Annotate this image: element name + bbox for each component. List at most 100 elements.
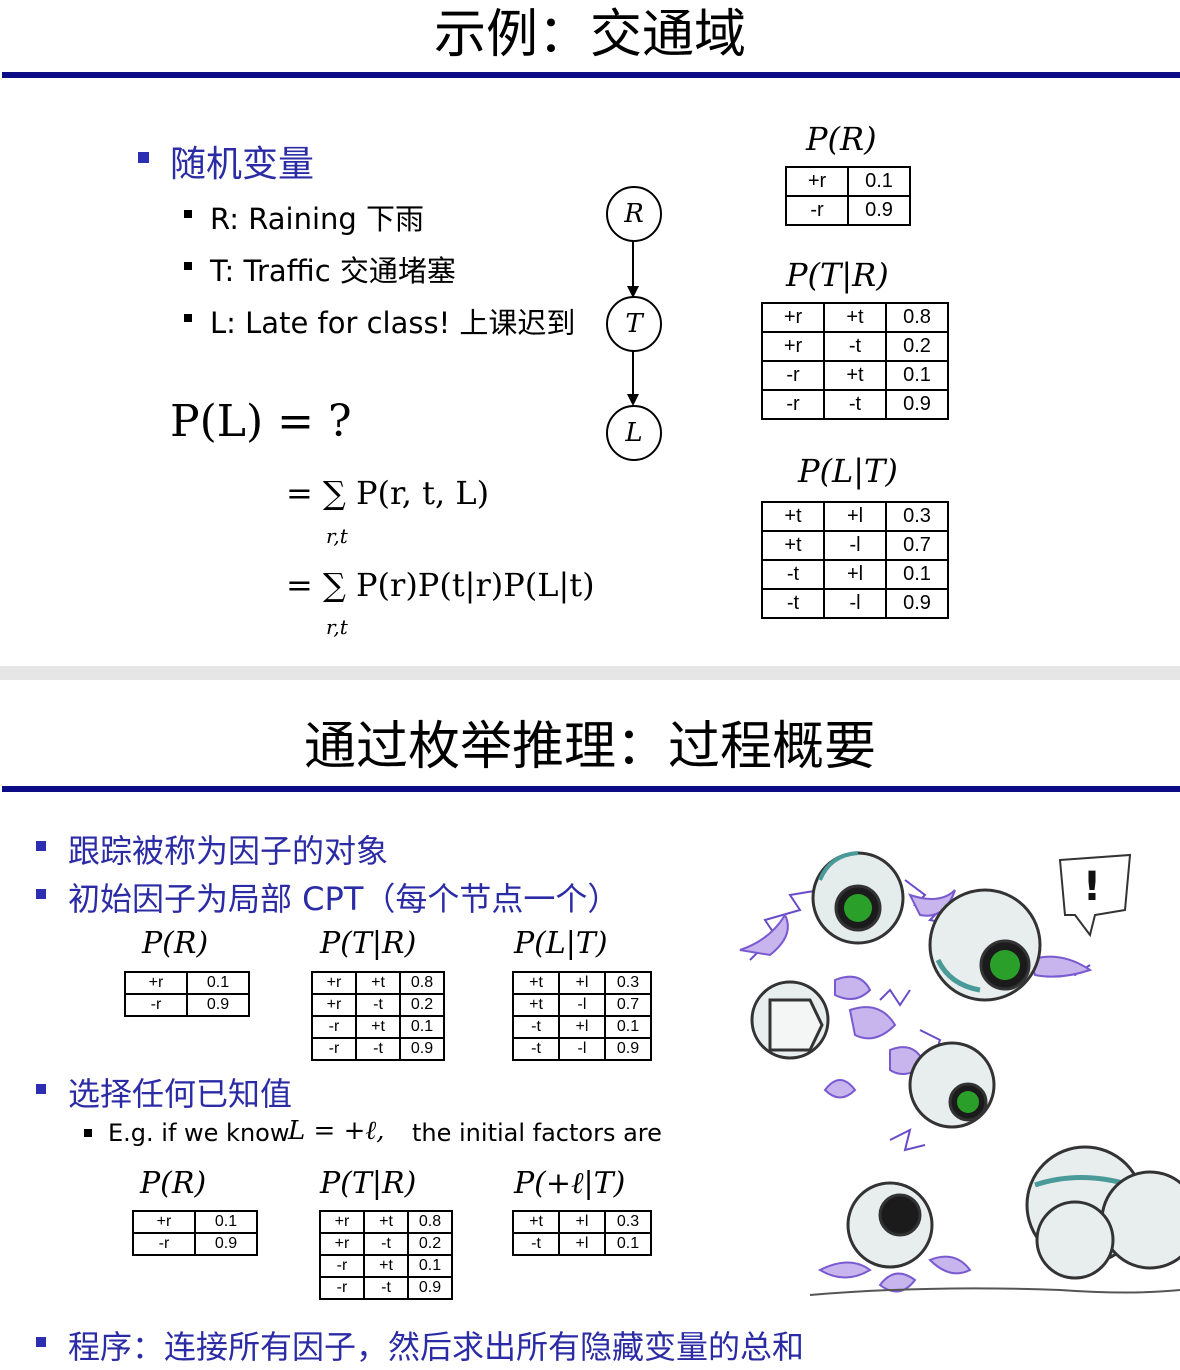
cpt-cell: 0.1 (885, 360, 949, 391)
sel-tr-title: P(T|R) (320, 1166, 417, 1201)
variable-r: R: Raining 下雨 (210, 202, 425, 236)
spark-icon (889, 1128, 926, 1152)
cpt-cell: -t (761, 588, 825, 619)
sum-equation-2: = ∑ P(r)P(t|r)P(L|t) (286, 566, 595, 604)
init-tr-title: P(T|R) (320, 926, 417, 961)
cpt-cell: +r (311, 971, 357, 995)
cpt-cell: 0.9 (399, 1037, 445, 1061)
bullet-initial-factors: 初始因子为局部 CPT（每个节点一个） (68, 880, 620, 918)
sel-lt-table: +t +l 0.3 -t +l 0.1 (512, 1210, 652, 1256)
cpt-cell: 0.9 (194, 1232, 258, 1256)
cpt-cell: -t (512, 1015, 560, 1039)
init-tr-table: +r +t 0.8 +r -t 0.2 -r +t 0.1 -r -t 0.9 (311, 971, 445, 1061)
cpt-cell: -t (363, 1232, 409, 1256)
cpt-cell: 0.9 (847, 195, 911, 226)
sum-subscript-1: r,t (326, 524, 348, 548)
bullet-marker (84, 1129, 92, 1137)
cpt-cell: 0.7 (604, 993, 652, 1017)
cpt-cell: -r (319, 1276, 365, 1300)
ground-line (809, 1287, 1180, 1296)
init-r-table: +r 0.1 -r 0.9 (124, 971, 250, 1017)
cpt-cell: 0.9 (407, 1276, 453, 1300)
bullet-marker (36, 1084, 46, 1094)
node-r: R (606, 186, 662, 242)
spark-icon (928, 1255, 972, 1275)
cpt-cell: +t (761, 530, 825, 561)
cpt-cell: -t (512, 1232, 560, 1256)
slide1-title: 示例：交通域 (433, 5, 746, 65)
cpt-cell: 0.2 (407, 1232, 453, 1256)
cpt-cell: -r (319, 1254, 365, 1278)
cpt-cell: +r (311, 993, 357, 1017)
bullet-marker (184, 262, 192, 270)
cpt-cell: +t (355, 1015, 401, 1039)
cpt-cell: 0.1 (604, 1015, 652, 1039)
exclaim-text: ! (1083, 864, 1101, 910)
cpt-cell: 0.3 (885, 501, 949, 532)
cpt-cell: +t (355, 971, 401, 995)
bullet-marker (36, 841, 46, 851)
bullet-marker (184, 210, 192, 218)
cpt-cell: +r (319, 1232, 365, 1256)
spark-icon (834, 975, 872, 1000)
cpt-cell: -t (363, 1276, 409, 1300)
cpt-cell: +r (761, 331, 825, 362)
example-suffix: the initial factors are (412, 1119, 662, 1147)
cpt-cell: -r (761, 389, 825, 420)
cpt-cell: 0.2 (399, 993, 445, 1017)
cpt-cell: +t (363, 1254, 409, 1278)
cpt-cell: 0.1 (194, 1210, 258, 1234)
cpt-cell: -r (124, 993, 188, 1017)
spark-icon (879, 988, 911, 1007)
cpt-cell: +t (512, 971, 560, 995)
slide-divider (0, 666, 1180, 680)
cpt-cell: -t (761, 559, 825, 590)
robot-icon (1025, 1145, 1180, 1280)
cpt-cell: 0.1 (604, 1232, 652, 1256)
slide1-title-rule (2, 72, 1180, 78)
query-equation: P(L) = ? (170, 396, 352, 447)
bullet-track-factors: 跟踪被称为因子的对象 (68, 832, 389, 870)
node-t: T (606, 296, 662, 352)
cpt-cell: +r (132, 1210, 196, 1234)
sel-r-table: +r 0.1 -r 0.9 (132, 1210, 258, 1256)
robot-icon (908, 1041, 996, 1129)
cpt-cell: 0.1 (399, 1015, 445, 1039)
init-lt-table: +t +l 0.3 +t -l 0.7 -t +l 0.1 -t -l 0.9 (512, 971, 652, 1061)
cpt-r-title: P(R) (806, 120, 877, 158)
cpt-cell: 0.8 (399, 971, 445, 995)
cpt-cell: -r (311, 1037, 357, 1061)
sum-equation-1: = ∑ P(r, t, L) (286, 474, 490, 512)
spark-icon (823, 1079, 857, 1099)
cpt-cell: 0.1 (847, 166, 911, 197)
cpt-cell: -t (512, 1037, 560, 1061)
cpt-tr-table: +r +t 0.8 +r -t 0.2 -r +t 0.1 -r -t 0.9 (761, 302, 949, 420)
cpt-cell: +t (363, 1210, 409, 1234)
cpt-cell: -t (355, 993, 401, 1017)
cpt-cell: +t (823, 302, 887, 333)
cpt-cell: -l (558, 993, 606, 1017)
sel-r-title: P(R) (140, 1166, 207, 1201)
cpt-cell: +l (823, 559, 887, 590)
cpt-cell: +l (558, 971, 606, 995)
init-lt-title: P(L|T) (514, 926, 608, 961)
variable-l: L: Late for class! 上课迟到 (210, 306, 576, 340)
bullet-marker (36, 1337, 46, 1347)
variable-t: T: Traffic 交通堵塞 (210, 254, 456, 288)
cpt-cell: 0.9 (885, 588, 949, 619)
slide2-title: 通过枚举推理：过程概要 (303, 717, 876, 777)
exclamation-icon: ! (1058, 853, 1132, 938)
cpt-cell: 0.1 (186, 971, 250, 995)
spark-icon (817, 1261, 872, 1279)
spark-icon (848, 1006, 897, 1040)
robot-icon (811, 851, 905, 945)
cpt-cell: 0.9 (604, 1037, 652, 1061)
cpt-lt-title: P(L|T) (798, 452, 898, 490)
bullet-procedure: 程序：连接所有因子，然后求出所有隐藏变量的总和 (68, 1328, 805, 1366)
cpt-cell: +r (124, 971, 188, 995)
node-l: L (606, 405, 662, 461)
cpt-cell: +t (823, 360, 887, 391)
cpt-cell: +l (558, 1015, 606, 1039)
bullet-marker (36, 889, 46, 899)
cpt-tr-title: P(T|R) (786, 256, 889, 294)
